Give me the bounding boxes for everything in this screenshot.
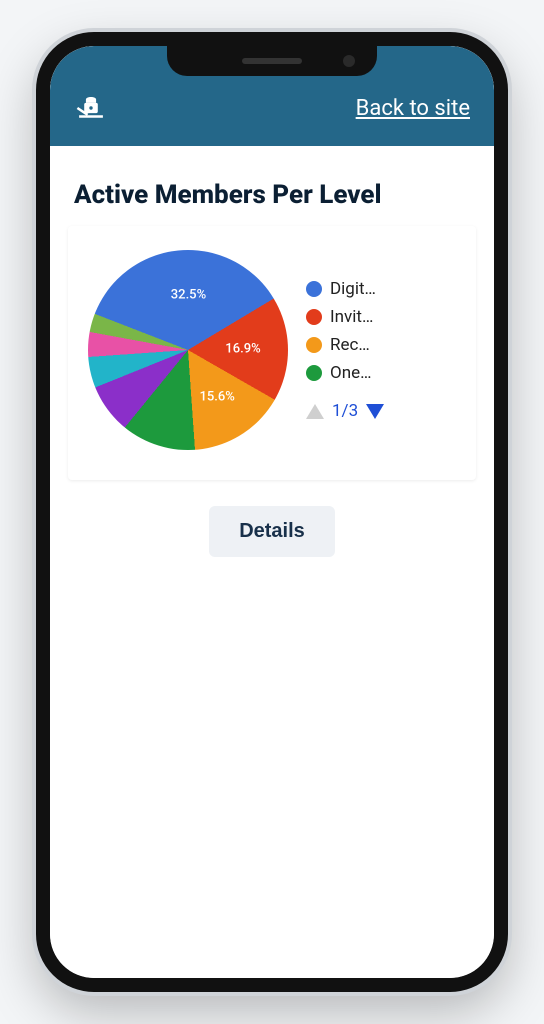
- legend-item[interactable]: One…: [306, 363, 466, 383]
- legend-label: Digit…: [330, 279, 376, 299]
- pie-slice-label: 16.9%: [225, 342, 260, 357]
- pie-slice-label: 15.6%: [200, 389, 235, 404]
- legend: Digit… Invit… Rec… One… 1/3: [298, 279, 466, 421]
- legend-item[interactable]: Digit…: [306, 279, 466, 299]
- pie-slice-label: 32.5%: [171, 288, 206, 303]
- card-title: Active Members Per Level: [74, 180, 470, 210]
- pager-prev-icon[interactable]: [306, 404, 324, 419]
- legend-item[interactable]: Invit…: [306, 307, 466, 327]
- legend-swatch: [306, 337, 322, 353]
- pager-next-icon[interactable]: [366, 404, 384, 419]
- details-button[interactable]: Details: [209, 506, 335, 557]
- chart-card: 32.5% 16.9% 15.6% Digit… Invit… Rec… One… 1/3: [68, 226, 476, 480]
- screen: Back to site Active Members Per Level 32…: [50, 46, 494, 978]
- legend-item[interactable]: Rec…: [306, 335, 466, 355]
- phone-notch: [167, 46, 377, 76]
- back-to-site-link[interactable]: Back to site: [356, 96, 470, 121]
- pie-chart: 32.5% 16.9% 15.6%: [78, 240, 298, 460]
- legend-swatch: [306, 281, 322, 297]
- legend-swatch: [306, 365, 322, 381]
- pager-label: 1/3: [332, 401, 358, 421]
- legend-label: One…: [330, 363, 371, 383]
- phone-frame: Back to site Active Members Per Level 32…: [36, 32, 508, 992]
- legend-label: Rec…: [330, 335, 370, 355]
- phone-camera: [343, 55, 355, 67]
- phone-speaker: [242, 58, 302, 64]
- app-logo-icon: [74, 91, 108, 125]
- legend-label: Invit…: [330, 307, 373, 327]
- legend-pager: 1/3: [306, 401, 466, 421]
- legend-swatch: [306, 309, 322, 325]
- content-area: Active Members Per Level 32.5% 16.9% 15.6%…: [50, 146, 494, 978]
